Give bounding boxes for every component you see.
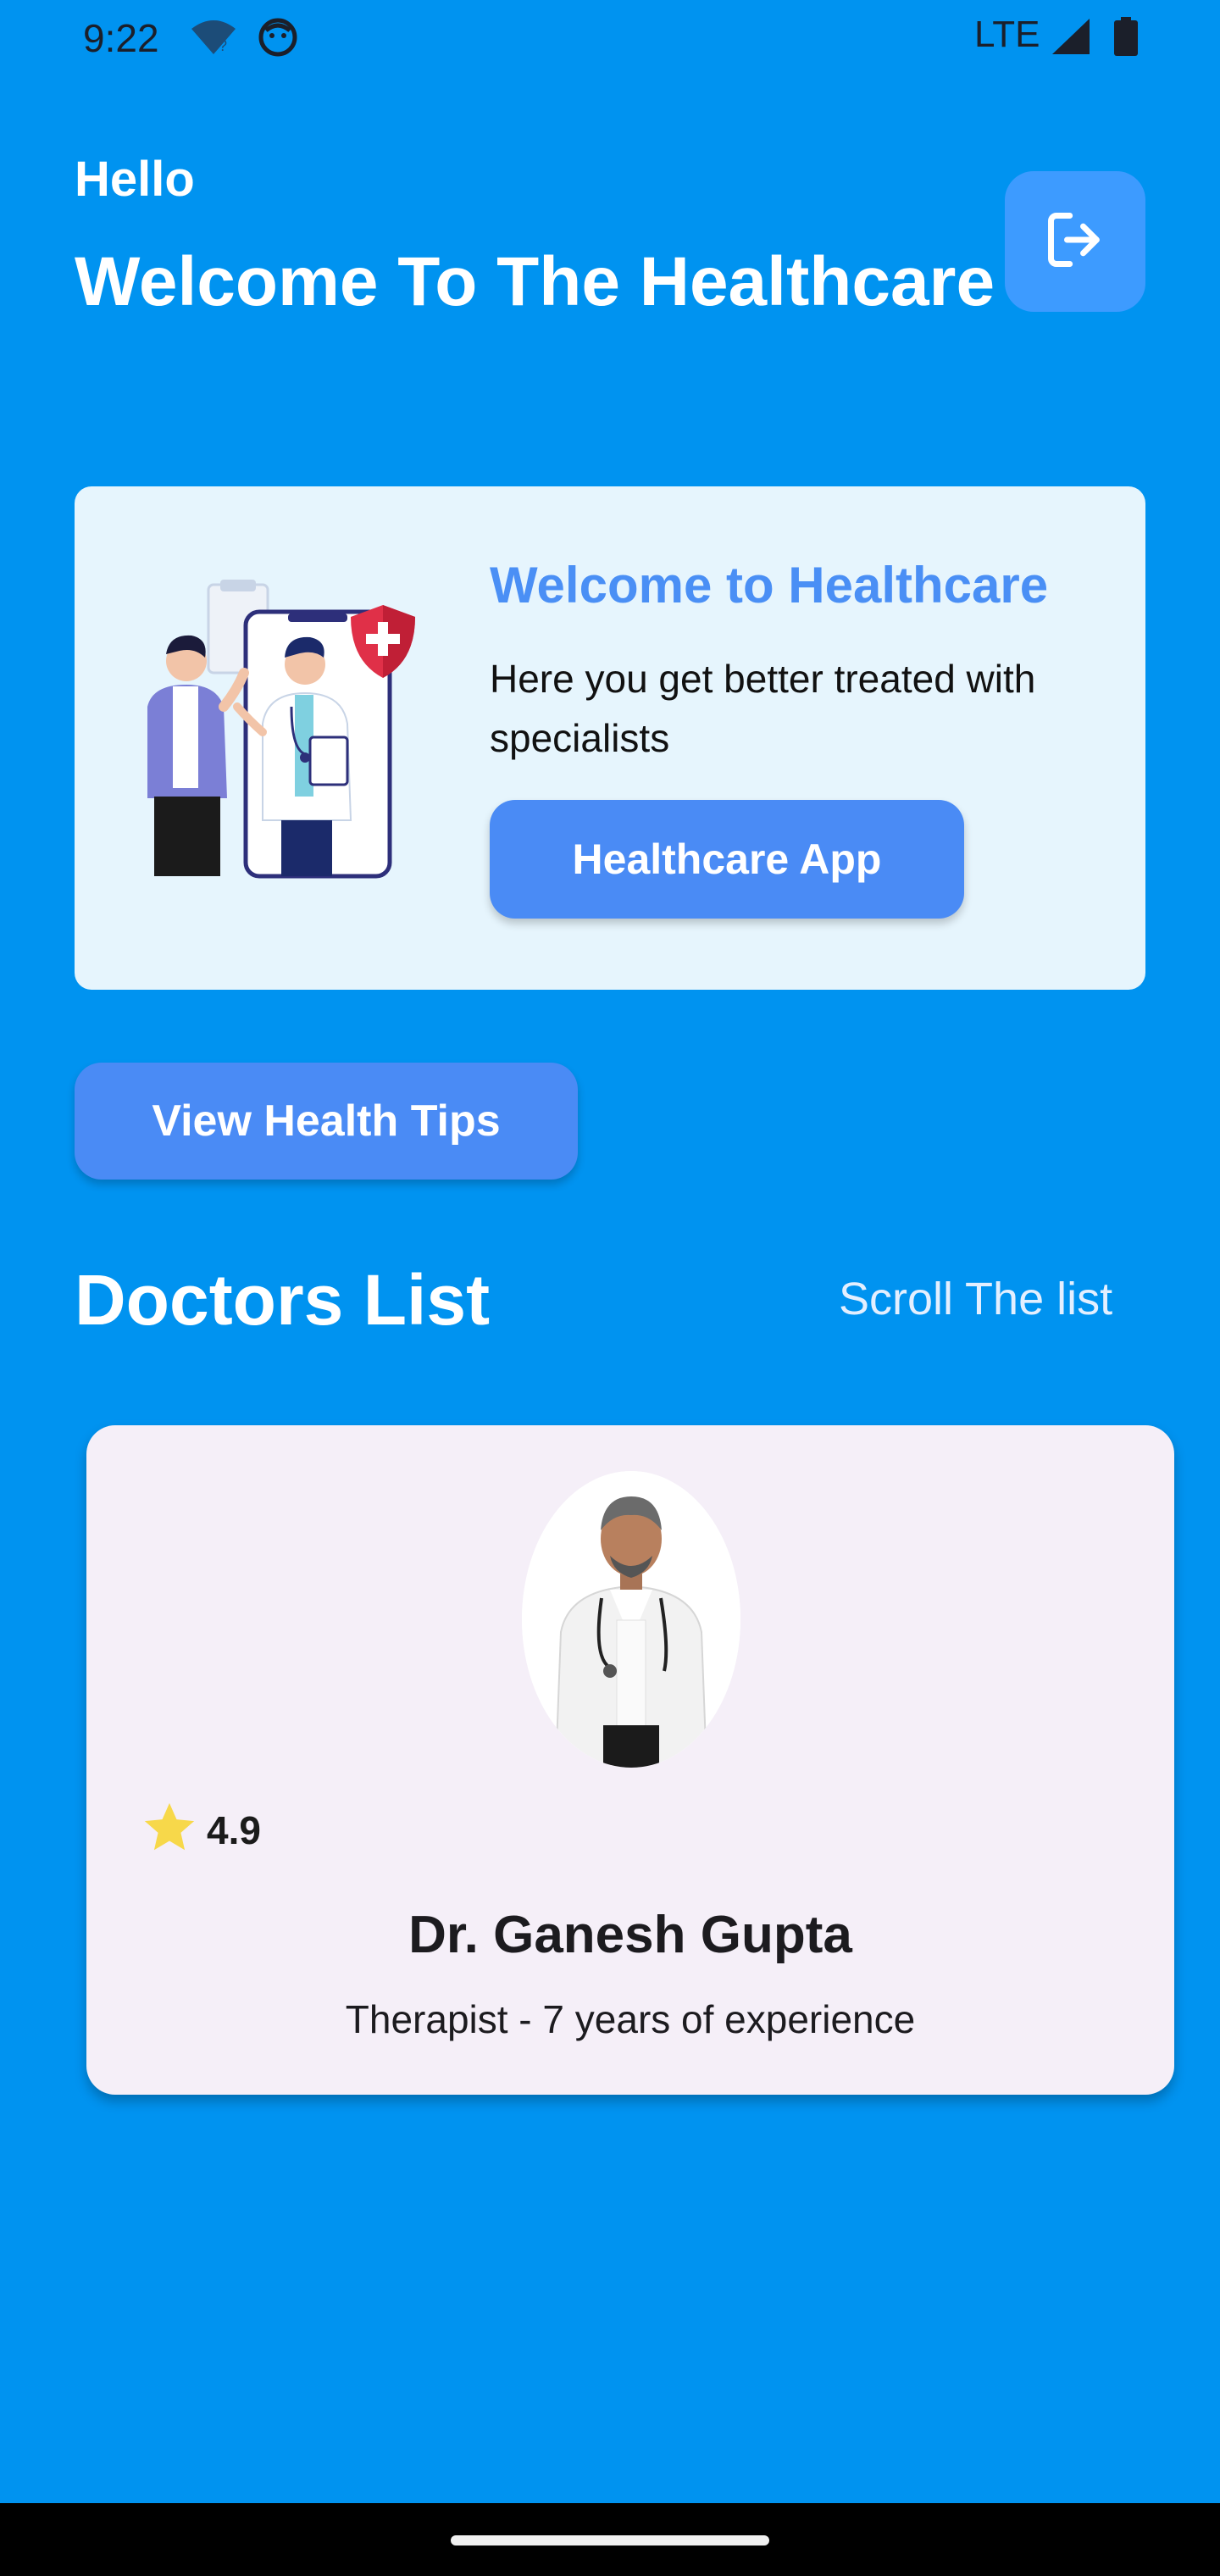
- welcome-card: Welcome to Healthcare Here you get bette…: [75, 486, 1145, 990]
- signal-icon: [1052, 19, 1091, 58]
- status-bar: 9:22 ? LTE: [0, 0, 1220, 76]
- navigation-bar: [0, 2503, 1220, 2576]
- face-icon: [258, 17, 298, 62]
- network-type: LTE: [974, 14, 1040, 55]
- card-heading: Welcome to Healthcare: [490, 557, 1049, 613]
- view-health-tips-button[interactable]: View Health Tips: [75, 1063, 578, 1180]
- doctor-name: Dr. Ganesh Gupta: [408, 1906, 852, 1964]
- greeting-text: Hello: [75, 152, 195, 207]
- doctors-list-title: Doctors List: [75, 1260, 491, 1340]
- card-description: Here you get better treated with special…: [490, 657, 1036, 760]
- star-icon: [139, 1798, 200, 1862]
- doctor-rating: 4.9: [139, 1798, 261, 1862]
- logout-icon: [1043, 208, 1107, 276]
- app-screen: 9:22 ? LTE Hello Welcome To The Healthca…: [0, 0, 1220, 2576]
- wifi-icon: ?: [190, 19, 237, 60]
- scroll-hint: Scroll The list: [839, 1274, 1113, 1324]
- svg-text:?: ?: [219, 37, 227, 54]
- healthcare-app-button[interactable]: Healthcare App: [490, 800, 964, 919]
- doctor-illustration: [136, 580, 441, 893]
- doctor-description: Therapist - 7 years of experience: [345, 1997, 916, 2041]
- page-title: Welcome To The Healthcare: [75, 243, 995, 320]
- doctor-avatar: [522, 1471, 740, 1768]
- rating-value: 4.9: [207, 1807, 261, 1852]
- battery-icon: [1113, 17, 1139, 60]
- home-indicator[interactable]: [451, 2535, 769, 2545]
- doctor-card[interactable]: 4.9 Dr. Ganesh Gupta Therapist - 7 years…: [86, 1425, 1174, 2095]
- status-time: 9:22: [83, 16, 159, 60]
- logout-button[interactable]: [1005, 171, 1145, 312]
